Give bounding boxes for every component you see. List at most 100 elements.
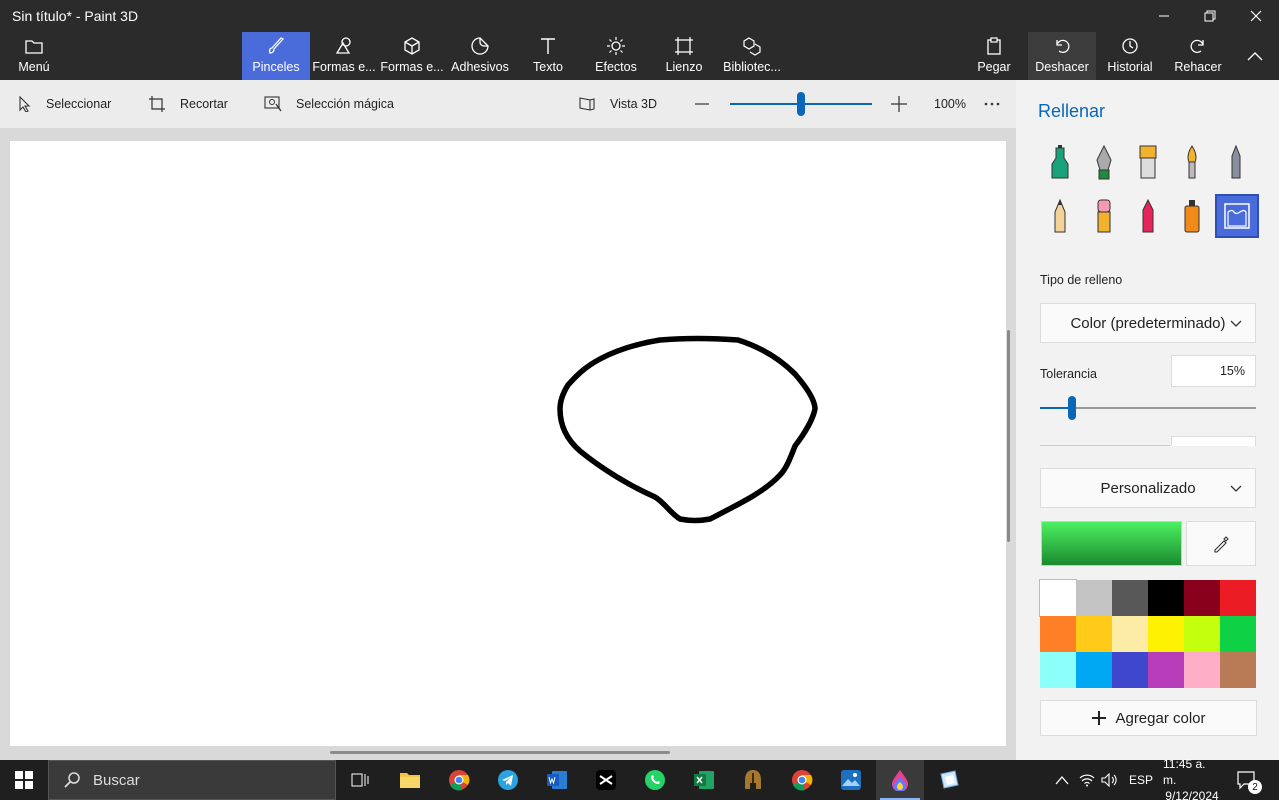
tab-brushes[interactable]: Pinceles: [242, 32, 310, 80]
color-swatch[interactable]: [1040, 616, 1076, 652]
history-button[interactable]: Historial: [1096, 32, 1164, 80]
drawing-canvas[interactable]: [10, 141, 1006, 746]
magic-select-button[interactable]: Selección mágica: [264, 80, 394, 128]
notification-center[interactable]: 2: [1236, 760, 1262, 800]
color-swatch[interactable]: [1112, 652, 1148, 688]
zoom-level[interactable]: 100%: [934, 80, 966, 128]
minimize-icon: [1159, 15, 1169, 17]
menu-label: Menú: [18, 60, 50, 74]
pencil-tool[interactable]: [1040, 196, 1080, 236]
color-swatch[interactable]: [1220, 652, 1256, 688]
fill-type-dropdown[interactable]: Color (predeterminado): [1040, 303, 1256, 343]
color-swatch[interactable]: [1112, 580, 1148, 616]
tab-2d-shapes[interactable]: Formas e...: [310, 32, 378, 80]
vertical-scrollbar[interactable]: [1007, 330, 1010, 542]
tab-3d-shapes[interactable]: Formas e...: [378, 32, 446, 80]
color-palette: [1039, 579, 1256, 688]
tolerance-value: 15%: [1219, 364, 1245, 378]
cursor-icon: [18, 96, 32, 112]
capcut-app[interactable]: [582, 760, 630, 800]
tab-effects[interactable]: Efectos: [582, 32, 650, 80]
view-3d-button[interactable]: Vista 3D: [578, 80, 657, 128]
color-swatch[interactable]: [1112, 616, 1148, 652]
pixel-pen-tool[interactable]: [1216, 142, 1256, 182]
tab-canvas[interactable]: Lienzo: [650, 32, 718, 80]
telegram-app[interactable]: [484, 760, 532, 800]
tab-text[interactable]: Texto: [514, 32, 582, 80]
color-swatch[interactable]: [1220, 580, 1256, 616]
start-button[interactable]: [0, 760, 48, 800]
menu-button[interactable]: Menú: [0, 32, 68, 80]
zoom-slider[interactable]: [730, 80, 872, 128]
select-button[interactable]: Seleccionar: [18, 80, 111, 128]
input-language[interactable]: ESP: [1129, 760, 1153, 800]
crayon-tool[interactable]: [1128, 196, 1168, 236]
collapse-toolbar-button[interactable]: [1232, 32, 1278, 80]
tab-stickers[interactable]: Adhesivos: [446, 32, 514, 80]
search-box[interactable]: Buscar: [48, 760, 336, 800]
photos-app[interactable]: [827, 760, 875, 800]
show-hidden-icons[interactable]: [1055, 760, 1069, 800]
eraser-tool[interactable]: [1084, 196, 1124, 236]
volume-control[interactable]: [1101, 760, 1119, 800]
word-app[interactable]: [533, 760, 581, 800]
game-app[interactable]: [729, 760, 777, 800]
watercolor-tool[interactable]: [1172, 142, 1212, 182]
color-swatch[interactable]: [1148, 616, 1184, 652]
clock[interactable]: 11:45 a. m. 9/12/2024: [1163, 757, 1221, 800]
taskbar: Buscar ESP 11:45 a. m. 9/12/2024 2: [0, 757, 1279, 800]
tolerance-slider-thumb[interactable]: [1068, 396, 1076, 420]
network-status[interactable]: [1079, 760, 1095, 800]
workspace: [0, 128, 1016, 760]
paint-3d-app[interactable]: [876, 760, 924, 800]
color-swatch[interactable]: [1184, 616, 1220, 652]
eyedropper-button[interactable]: [1186, 521, 1256, 566]
redo-button[interactable]: Rehacer: [1164, 32, 1232, 80]
brush-icon: [266, 35, 286, 57]
tab-library[interactable]: Bibliotec...: [718, 32, 786, 80]
color-swatch[interactable]: [1148, 652, 1184, 688]
color-swatch[interactable]: [1076, 652, 1112, 688]
file-explorer-app[interactable]: [386, 760, 434, 800]
close-button[interactable]: [1233, 0, 1279, 32]
zoom-out-button[interactable]: [694, 80, 710, 128]
calligraphy-pen-tool[interactable]: [1084, 142, 1124, 182]
horizontal-scrollbar[interactable]: [330, 751, 670, 754]
excel-app[interactable]: [680, 760, 728, 800]
marker-tool[interactable]: [1040, 142, 1080, 182]
add-color-button[interactable]: Agregar color: [1040, 700, 1257, 736]
color-swatch[interactable]: [1184, 652, 1220, 688]
color-swatch[interactable]: [1220, 616, 1256, 652]
palette-dropdown[interactable]: Personalizado: [1040, 468, 1256, 508]
zoom-in-button[interactable]: [890, 80, 908, 128]
paint-app[interactable]: [925, 760, 973, 800]
color-swatch[interactable]: [1039, 579, 1077, 617]
undo-button[interactable]: Deshacer: [1028, 32, 1096, 80]
whatsapp-app[interactable]: [631, 760, 679, 800]
tolerance-slider[interactable]: [1040, 396, 1256, 420]
chrome-app-2[interactable]: [778, 760, 826, 800]
crop-button[interactable]: Recortar: [148, 80, 228, 128]
tolerance-input[interactable]: 15%: [1171, 355, 1256, 387]
more-options-button[interactable]: [984, 80, 1000, 128]
history-label: Historial: [1107, 60, 1153, 74]
paste-button[interactable]: Pegar: [960, 32, 1028, 80]
color-swatch[interactable]: [1040, 652, 1076, 688]
task-view-button[interactable]: [336, 760, 384, 800]
color-swatch[interactable]: [1076, 616, 1112, 652]
spray-can-tool[interactable]: [1172, 196, 1212, 236]
fill-tool[interactable]: [1215, 194, 1259, 238]
oil-brush-tool[interactable]: [1128, 142, 1168, 182]
color-swatch[interactable]: [1076, 580, 1112, 616]
marker-icon: [1051, 145, 1069, 179]
minimize-button[interactable]: [1141, 0, 1187, 32]
chrome-app[interactable]: [435, 760, 483, 800]
color-swatch[interactable]: [1148, 580, 1184, 616]
sun-icon: [606, 35, 626, 57]
restore-button[interactable]: [1187, 0, 1233, 32]
oil-brush-icon: [1139, 145, 1157, 179]
zoom-slider-thumb[interactable]: [797, 92, 805, 116]
color-swatch[interactable]: [1184, 580, 1220, 616]
language-label: ESP: [1129, 773, 1154, 787]
current-color-swatch[interactable]: [1041, 521, 1182, 566]
